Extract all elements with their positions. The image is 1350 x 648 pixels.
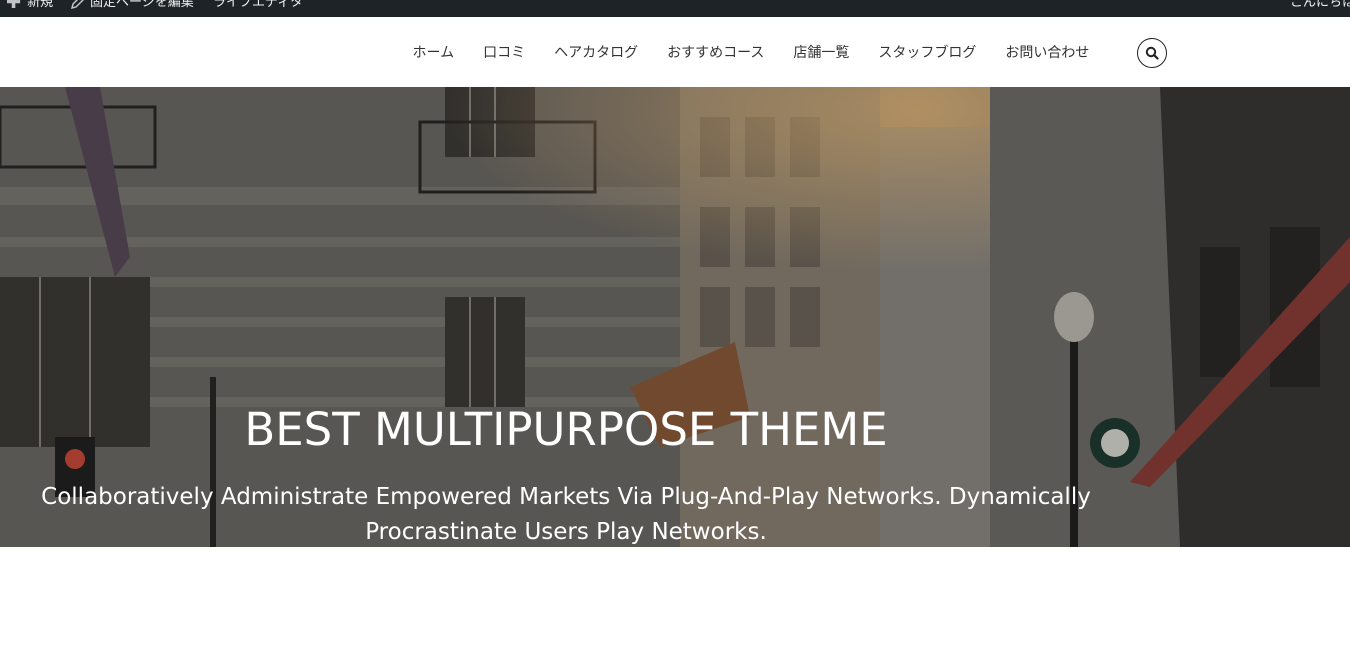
hero-subtitle: Collaboratively Administrate Empowered M…: [41, 484, 1091, 545]
hero-banner: BEST MULTIPURPOSE THEME Collaboratively …: [0, 87, 1350, 547]
search-button[interactable]: [1137, 38, 1167, 68]
admin-greeting[interactable]: こんにちは: [1290, 0, 1350, 11]
nav-item-reviews[interactable]: 口コミ: [469, 42, 540, 62]
nav-item-contact[interactable]: お問い合わせ: [991, 42, 1104, 62]
admin-new-label: 新規: [27, 0, 54, 10]
admin-greeting-label: こんにちは: [1290, 0, 1350, 10]
search-icon: [1145, 46, 1159, 60]
nav-item-recommended-course[interactable]: おすすめコース: [653, 42, 779, 62]
pencil-icon: [70, 0, 84, 10]
nav-item-store-list[interactable]: 店舗一覧: [779, 42, 864, 62]
nav-item-hair-catalog[interactable]: ヘアカタログ: [540, 42, 653, 62]
nav-item-staff-blog[interactable]: スタッフブログ: [864, 42, 991, 62]
site-header: ホーム 口コミ ヘアカタログ おすすめコース 店舗一覧 スタッフブログ お問い合…: [0, 17, 1350, 87]
admin-bar: ✚ 新規 固定ページを編集 ライブエディタ こんにちは: [0, 0, 1350, 17]
admin-edit-label: 固定ページを編集: [90, 0, 194, 10]
plus-icon: ✚: [6, 0, 22, 13]
main-nav: ホーム 口コミ ヘアカタログ おすすめコース 店舗一覧 スタッフブログ お問い合…: [398, 17, 1104, 87]
nav-item-home[interactable]: ホーム: [398, 42, 469, 62]
hero-background-image: [0, 87, 1350, 547]
hero-title: BEST MULTIPURPOSE THEME: [244, 403, 888, 456]
admin-edit-page-link[interactable]: 固定ページを編集: [70, 0, 194, 11]
admin-editor-label: ライブエディタ: [213, 0, 304, 10]
admin-live-editor-link[interactable]: ライブエディタ: [213, 0, 303, 11]
admin-new-link[interactable]: ✚ 新規: [6, 0, 54, 13]
